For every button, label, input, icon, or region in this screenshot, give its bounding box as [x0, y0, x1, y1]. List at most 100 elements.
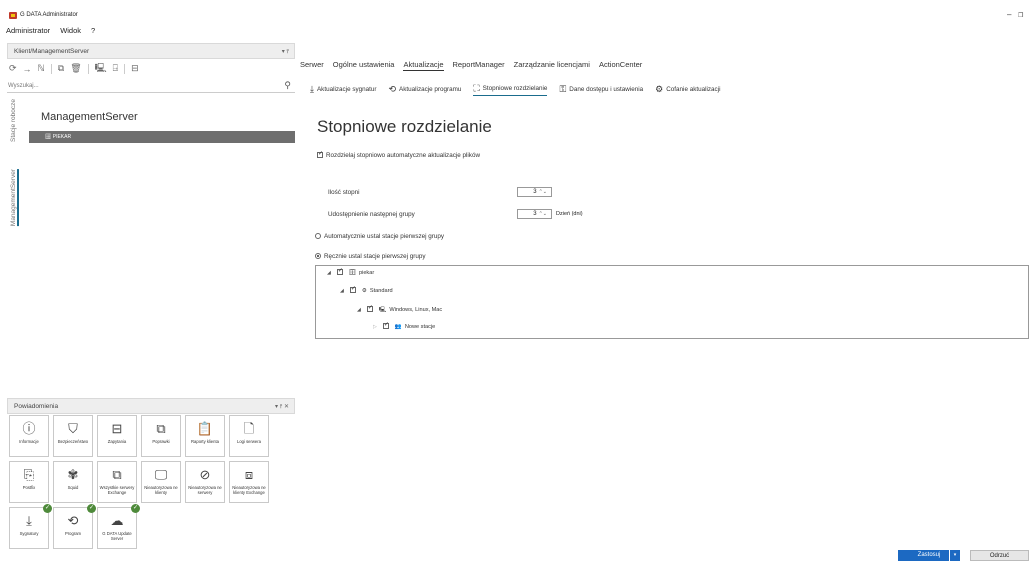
server-icon: 🗄 — [45, 134, 53, 140]
list-icon[interactable]: ⊟ — [131, 63, 139, 74]
group-checkbox[interactable] — [382, 321, 389, 329]
manual-radio-option[interactable]: Ręcznie ustal stacje pierwszej grupy — [315, 253, 426, 260]
tab-serwer[interactable]: Serwer — [300, 60, 324, 71]
subtab-cofanie-aktualizacji[interactable]: ⚙ Cofanie aktualizacji — [655, 84, 720, 95]
group-tree: ◢🗄piekar ◢⚙Standard ◢🖳Windows, Linux, Ma… — [315, 265, 1029, 339]
tab-ogolne-ustawienia[interactable]: Ogólne ustawienia — [333, 60, 395, 71]
notification-tile[interactable]: ✾ Squid — [53, 461, 93, 503]
notifications-title: Powiadomienia — [14, 403, 59, 410]
chevron-down-icon[interactable]: ▾ — [949, 550, 960, 561]
notification-tile[interactable]: 📋 Raporty klienta — [185, 415, 225, 457]
menu-help[interactable]: ? — [91, 26, 95, 35]
notification-tile[interactable]: ☁ G DATA Update Server ✓ — [97, 504, 140, 549]
steps-value: 3 — [533, 189, 537, 195]
client-panel-title: Klient/ManagementServer — [14, 48, 90, 55]
group-checkbox[interactable] — [349, 285, 356, 293]
notification-tile[interactable]: ⊘ Nieautoryzowa ne serwery — [185, 461, 225, 503]
tile-label: G DATA Update Server — [102, 531, 132, 541]
subtab-dane-dostepu[interactable]: ⚿ Dane dostępu i ustawienia — [559, 84, 643, 95]
restore-icon[interactable]: ❐ — [1018, 12, 1023, 19]
shield-icon: ⛉ — [68, 421, 78, 436]
credentials-icon: ⚿ — [559, 84, 567, 94]
queries-icon: ⊟ — [111, 421, 123, 436]
notification-tile[interactable]: ⊟ Zapytania — [97, 415, 137, 457]
group-checkbox[interactable] — [336, 267, 343, 275]
notification-tile[interactable]: ⓘ Informacje — [9, 415, 49, 457]
server-logs-icon: 🗋 — [243, 421, 255, 436]
toolbar-divider — [50, 63, 52, 74]
gradual-distribution-checkbox[interactable] — [317, 150, 323, 159]
gdata-logo-icon — [9, 12, 17, 19]
client-panel-header: Klient/ManagementServer ▾ ⫯ — [7, 43, 295, 59]
refresh-icon[interactable]: ⟳ — [9, 63, 17, 74]
search-icon[interactable]: ⚲ — [284, 80, 291, 91]
toolbar-divider — [87, 63, 89, 74]
network-icon[interactable]: ℕ — [38, 63, 45, 74]
tab-aktualizacje[interactable]: Aktualizacje — [403, 60, 444, 71]
group-node-nowe-stacje[interactable]: ▷👥Nowe stacje — [373, 321, 435, 330]
notification-tile[interactable]: 🖵 Nieautoryzowa ne klienty — [141, 461, 181, 503]
export-icon[interactable]: ⍈ — [113, 63, 118, 74]
notification-tile[interactable]: ⛉ Bezpieczeństwo — [53, 415, 93, 457]
notification-tile[interactable]: ⧈ Nieautoryzowa ne klienty Exchange — [229, 461, 269, 503]
update-server-icon: ☁ — [110, 513, 124, 528]
gradual-distribution-option[interactable]: Rozdzielaj stopniowo automatyczne aktual… — [317, 150, 507, 160]
tab-actioncenter[interactable]: ActionCenter — [599, 60, 642, 71]
computer-group-icon: 🖳 — [378, 307, 387, 313]
tile-label: Bezpieczeństwo — [57, 439, 89, 444]
vertical-tabs: Stacje robocze ManagementServer — [7, 99, 21, 239]
subtab-stopniowe-rozdzielanie[interactable]: ⛶ Stopniowe rozdzielanie — [473, 83, 548, 96]
notification-tile[interactable]: 🗋 Logi serwera — [229, 415, 269, 457]
vtab-stacje-robocze[interactable]: Stacje robocze — [10, 99, 17, 142]
gradual-distribution-label: Rozdzielaj stopniowo automatyczne aktual… — [326, 152, 481, 159]
group-checkbox[interactable] — [366, 304, 373, 312]
discard-button[interactable]: Odrzuć — [970, 550, 1029, 561]
tab-zarzadzanie-licencjami[interactable]: Zarządzanie licencjami — [514, 60, 590, 71]
auto-radio-option[interactable]: Automatycznie ustal stacje pierwszej gru… — [315, 233, 444, 240]
right-pane: Serwer Ogólne ustawienia Aktualizacje Re… — [300, 50, 1033, 564]
auto-radio[interactable] — [315, 233, 321, 239]
subtab-aktualizacje-sygnatur[interactable]: ⤓ Aktualizacje sygnatur — [310, 84, 377, 95]
menu-administrator[interactable]: Administrator — [6, 26, 50, 35]
spinner-icon[interactable]: ⌃⌄ — [539, 189, 547, 195]
notification-tile[interactable]: ⟲ Program ✓ — [53, 504, 96, 549]
menu-widok[interactable]: Widok — [60, 26, 81, 35]
tree-root-managementserver[interactable]: ManagementServer — [29, 111, 295, 131]
search-input[interactable]: Wyszukaj... ⚲ — [7, 79, 295, 93]
sub-tabs: ⤓ Aktualizacje sygnatur ⟲ Aktualizacje pro… — [310, 83, 721, 96]
copy-icon[interactable]: ⧉ — [58, 63, 64, 74]
group-node-windows-linux-mac[interactable]: ◢🖳Windows, Linux, Mac — [357, 304, 442, 315]
tab-reportmanager[interactable]: ReportManager — [453, 60, 505, 71]
program-icon: ⟲ — [67, 513, 79, 528]
subtab-aktualizacje-programu[interactable]: ⟲ Aktualizacje programu — [389, 84, 462, 95]
minimize-icon[interactable]: – — [1007, 10, 1011, 19]
client-toolbar: ⟳ → ℕ ⧉ 🗑 🖳 ⍈ ⊟ — [7, 60, 295, 77]
arrow-right-icon[interactable]: → — [23, 64, 32, 74]
tile-label: Sygnatury — [19, 531, 39, 536]
spinner-icon[interactable]: ⌃⌄ — [539, 211, 547, 217]
vtab-managementserver[interactable]: ManagementServer — [10, 169, 19, 227]
notification-tile[interactable]: ⧉ Wszystkie serwery Exchange — [97, 461, 137, 503]
computer-icon[interactable]: 🖳 — [95, 61, 107, 77]
notifications-controls-icon[interactable]: ▾ ⫯ ✕ — [275, 403, 289, 411]
tree-item-label: PIEKAR — [52, 134, 72, 140]
collapse-icon: ▷ — [373, 324, 377, 330]
group-node-standard[interactable]: ◢⚙Standard — [340, 285, 393, 294]
tile-label: Zapytania — [107, 439, 127, 444]
tile-label: Program — [64, 531, 82, 536]
group-node-piekar[interactable]: ◢🗄piekar — [327, 267, 374, 276]
notification-tile[interactable]: ⤓ Sygnatury ✓ — [9, 504, 52, 549]
delete-icon[interactable]: 🗑 — [70, 63, 81, 74]
tree-item-piekar[interactable]: 🗄 PIEKAR — [29, 131, 295, 143]
notification-tile[interactable]: ⧉ Poprawki — [141, 415, 181, 457]
next-group-stepper[interactable]: 3 ⌃⌄ — [517, 209, 552, 219]
tile-label: Squid — [67, 485, 79, 490]
check-badge-icon: ✓ — [87, 504, 96, 513]
panel-pin-icon[interactable]: ▾ ⫯ — [282, 48, 289, 56]
apply-button[interactable]: Zastosuj ▾ — [898, 550, 960, 561]
expand-icon: ◢ — [340, 288, 344, 294]
apply-label: Zastosuj — [917, 552, 941, 558]
manual-radio[interactable] — [315, 253, 321, 259]
steps-stepper[interactable]: 3 ⌃⌄ — [517, 187, 552, 197]
notification-tile[interactable]: ⎘ Postfix — [9, 461, 49, 503]
